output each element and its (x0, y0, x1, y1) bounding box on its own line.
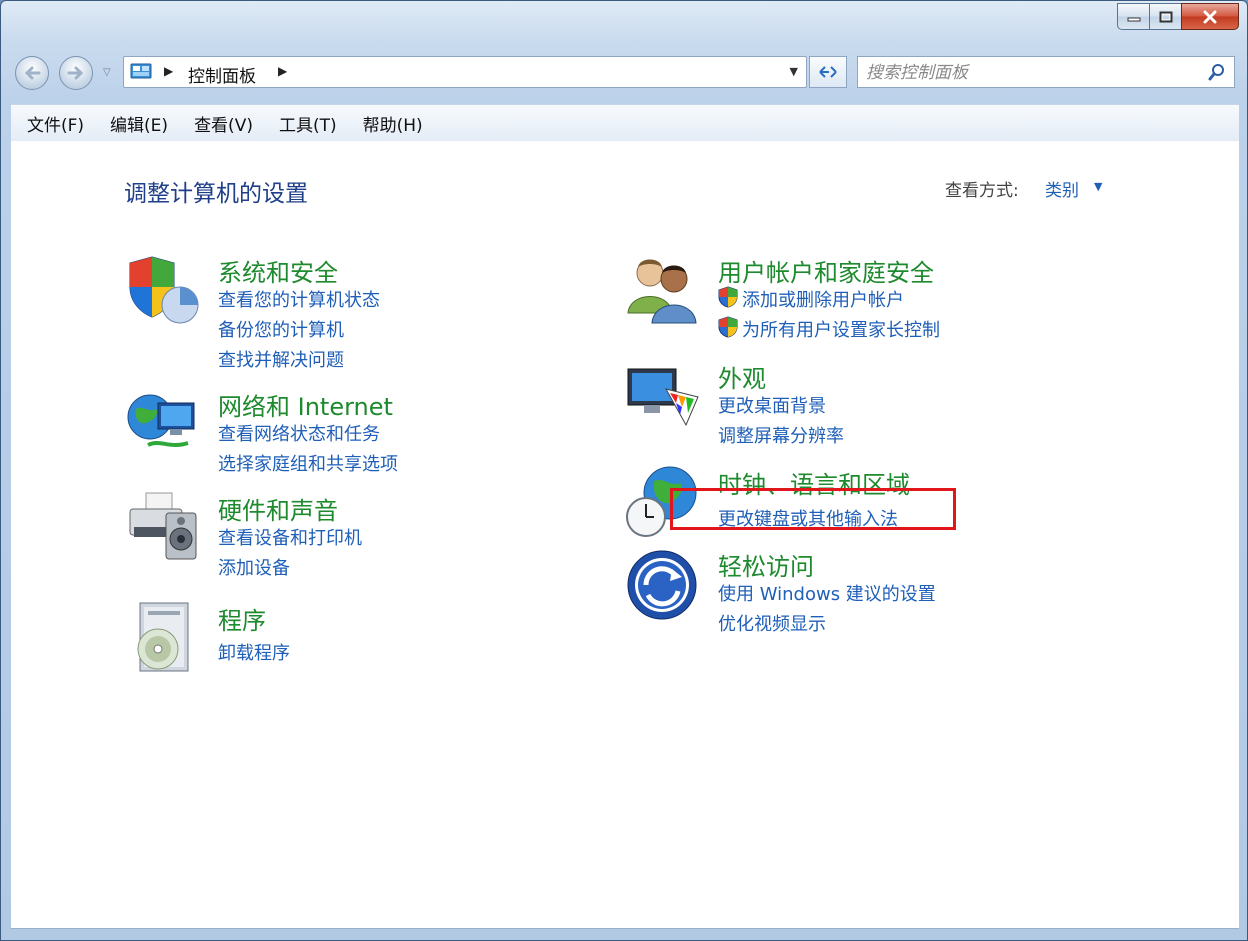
shield-icon (129, 256, 199, 324)
category-title-programs[interactable]: 程序 (218, 601, 266, 636)
category-system-security: 系统和安全 查看您的计算机状态 备份您的计算机 查找并解决问题 (126, 253, 546, 373)
search-input[interactable] (864, 60, 1198, 86)
link-view-network-status[interactable]: 查看网络状态和任务 (218, 420, 380, 446)
close-icon (1203, 10, 1217, 23)
menu-edit[interactable]: 编辑(E) (110, 111, 168, 136)
menu-help[interactable]: 帮助(H) (363, 111, 423, 136)
navigation-bar: ▽ ▶ 控制面板 ▶ ▼ (1, 47, 1247, 99)
category-title-user-accounts[interactable]: 用户帐户和家庭安全 (718, 253, 934, 288)
menu-file[interactable]: 文件(F) (27, 111, 84, 136)
control-panel-window: ▽ ▶ 控制面板 ▶ ▼ 文件(F) 编辑(E) 查看(V) 工具(T) 帮助(… (0, 0, 1248, 941)
back-button[interactable] (15, 56, 49, 90)
network-globe-icon (127, 394, 195, 447)
breadcrumb-control-panel[interactable]: 控制面板 (188, 62, 256, 87)
category-title-hardware-sound[interactable]: 硬件和声音 (218, 491, 338, 526)
menu-tools[interactable]: 工具(T) (279, 111, 337, 136)
link-windows-suggested-settings[interactable]: 使用 Windows 建议的设置 (718, 580, 936, 606)
link-uninstall-program[interactable]: 卸载程序 (218, 639, 290, 665)
forward-arrow-icon (67, 66, 84, 80)
category-title-ease-of-access[interactable]: 轻松访问 (718, 547, 814, 582)
caption-buttons (1117, 3, 1239, 30)
address-dropdown-icon[interactable]: ▼ (790, 65, 798, 78)
search-icon[interactable] (1208, 63, 1226, 81)
link-homegroup-sharing[interactable]: 选择家庭组和共享选项 (218, 450, 398, 476)
view-by-dropdown-icon[interactable]: ▼ (1094, 180, 1102, 193)
link-screen-resolution[interactable]: 调整屏幕分辨率 (718, 422, 844, 448)
link-parental-controls[interactable]: 为所有用户设置家长控制 (742, 316, 940, 342)
menu-view[interactable]: 查看(V) (194, 111, 253, 136)
refresh-icon (819, 66, 837, 78)
refresh-button[interactable] (809, 56, 847, 88)
search-box[interactable] (857, 56, 1235, 88)
breadcrumb-separator-icon[interactable]: ▶ (164, 64, 173, 78)
page-title: 调整计算机的设置 (124, 181, 308, 207)
category-programs: 程序 卸载程序 (126, 601, 546, 681)
category-network-internet: 网络和 Internet 查看网络状态和任务 选择家庭组和共享选项 (126, 387, 546, 477)
link-backup-computer[interactable]: 备份您的计算机 (218, 316, 344, 342)
link-view-computer-status[interactable]: 查看您的计算机状态 (218, 286, 380, 312)
category-hardware-sound: 硬件和声音 查看设备和打印机 添加设备 (126, 491, 546, 581)
link-optimize-display[interactable]: 优化视频显示 (718, 610, 826, 636)
minimize-button[interactable] (1117, 3, 1149, 30)
uac-shield-icon (718, 316, 738, 338)
back-arrow-icon (24, 66, 41, 80)
maximize-button[interactable] (1149, 3, 1181, 30)
view-by-selector[interactable]: 类别 (1045, 176, 1079, 201)
printer-speaker-icon (129, 492, 197, 560)
recent-pages-dropdown-icon[interactable]: ▽ (103, 67, 111, 78)
minimize-icon (1127, 17, 1140, 21)
forward-button[interactable] (59, 56, 93, 90)
category-title-appearance[interactable]: 外观 (718, 359, 766, 394)
link-add-remove-accounts[interactable]: 添加或删除用户帐户 (742, 286, 904, 312)
link-add-device[interactable]: 添加设备 (218, 554, 290, 580)
users-icon (627, 259, 697, 324)
menu-bar: 文件(F) 编辑(E) 查看(V) 工具(T) 帮助(H) (11, 104, 1239, 142)
category-ease-of-access: 轻松访问 使用 Windows 建议的设置 优化视频显示 (626, 547, 1046, 637)
link-troubleshoot[interactable]: 查找并解决问题 (218, 346, 344, 372)
uac-shield-icon (718, 286, 738, 308)
category-title-network-internet[interactable]: 网络和 Internet (218, 387, 393, 422)
link-change-background[interactable]: 更改桌面背景 (718, 392, 826, 418)
category-appearance: 外观 更改桌面背景 调整屏幕分辨率 (626, 359, 1046, 449)
maximize-icon (1159, 11, 1172, 22)
annotation-highlight-box (670, 488, 956, 530)
programs-icon (137, 602, 189, 672)
appearance-monitor-icon (627, 368, 699, 427)
link-devices-printers[interactable]: 查看设备和打印机 (218, 524, 362, 550)
view-by-label: 查看方式: (945, 181, 1019, 201)
control-panel-icon (130, 63, 152, 79)
category-title-system-security[interactable]: 系统和安全 (218, 253, 338, 288)
close-button[interactable] (1181, 3, 1239, 30)
category-user-accounts: 用户帐户和家庭安全 添加或删除用户帐户 为所有用户设置家长控制 (626, 253, 1046, 343)
ease-of-access-icon (627, 550, 697, 620)
content-pane: 调整计算机的设置 查看方式: 类别 ▼ 系统和安全 查看您的计算机状态 备份您的… (11, 141, 1239, 929)
address-bar[interactable]: ▶ 控制面板 ▶ ▼ (123, 56, 807, 88)
breadcrumb-separator-icon[interactable]: ▶ (278, 64, 287, 78)
